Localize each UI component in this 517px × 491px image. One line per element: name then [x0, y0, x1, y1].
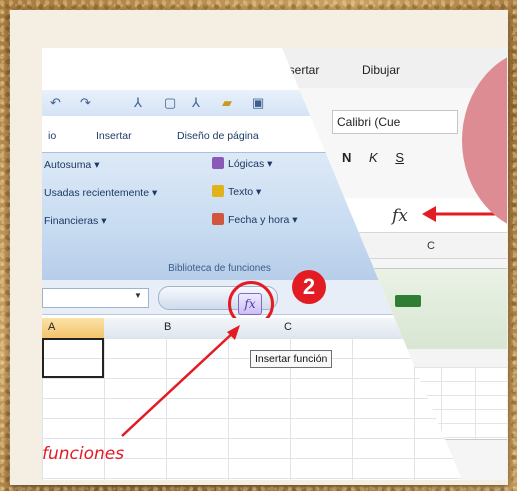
paper-card: ↶ ↷ ⅄ ▢ ⅄ ▰ ▣ io Insertar Diseño de pági…	[10, 10, 508, 485]
screenshot-panel: ↶ ↷ ⅄ ▢ ⅄ ▰ ▣ io Insertar Diseño de pági…	[42, 48, 507, 480]
insert-function-tooltip: Insertar función	[250, 350, 333, 368]
inset-file-tab	[395, 295, 421, 307]
funciones-caption: funciones	[42, 444, 125, 464]
column-c-header-modern[interactable]: C	[427, 240, 435, 252]
